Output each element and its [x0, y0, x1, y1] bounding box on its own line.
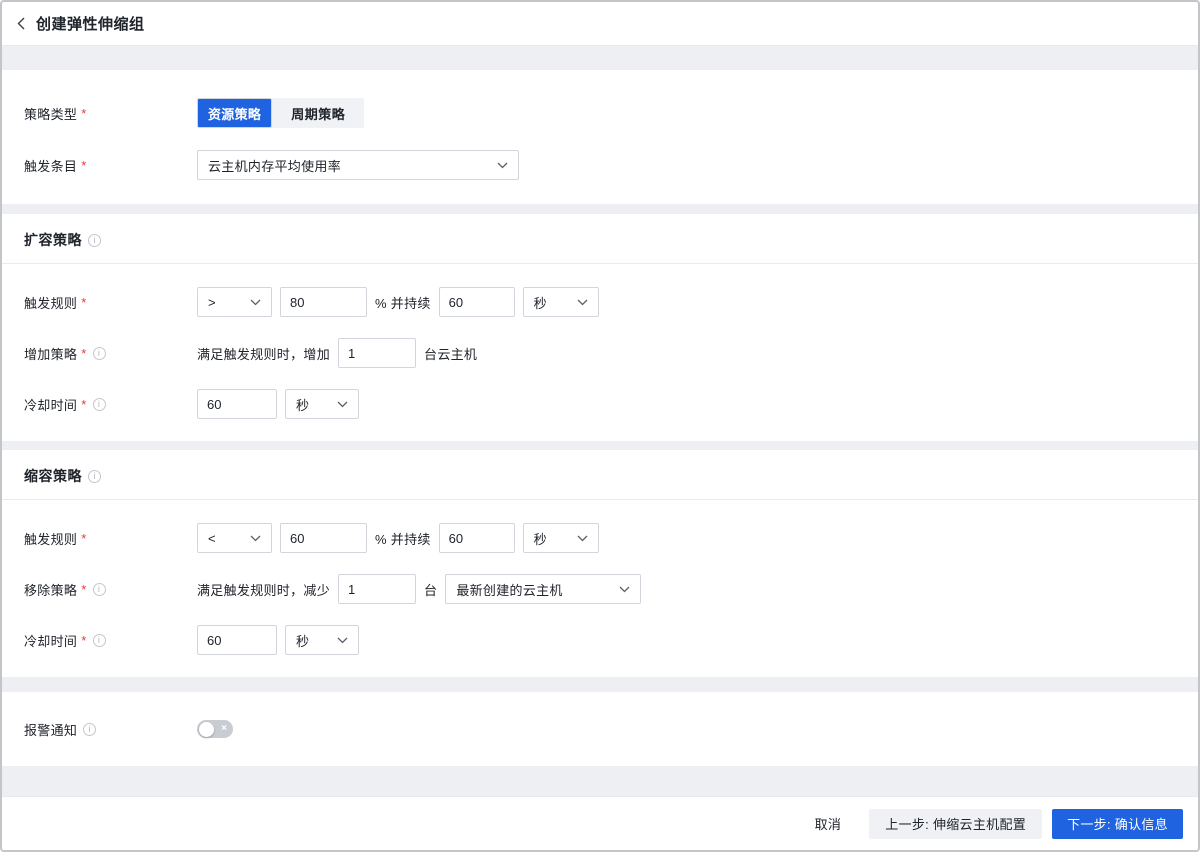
policy-type-tabs: 资源策略 周期策略 [197, 98, 364, 128]
chevron-down-icon [577, 299, 588, 306]
scale-in-duration-unit-select[interactable]: 秒 [523, 523, 599, 553]
scale-out-cooldown-input[interactable] [197, 389, 277, 419]
required-mark: * [81, 582, 86, 597]
policy-type-label: 策略类型 * [24, 104, 197, 123]
scale-in-title: 缩容策略 [24, 466, 82, 486]
scale-in-card: 缩容策略 i 触发规则 * < % 并持续 [2, 450, 1198, 677]
policy-type-row: 策略类型 * 资源策略 周期策略 [2, 98, 1198, 128]
scale-out-title: 扩容策略 [24, 230, 82, 250]
chevron-down-icon [250, 535, 261, 542]
info-icon[interactable]: i [83, 723, 96, 736]
scale-out-threshold-input[interactable] [280, 287, 367, 317]
trigger-rule-label: 触发规则 * [24, 529, 197, 548]
chevron-down-icon [250, 299, 261, 306]
remove-policy-middle-text: 台 [424, 580, 437, 599]
page-header: 创建弹性伸缩组 [2, 2, 1198, 46]
back-button[interactable] [17, 17, 25, 30]
scale-out-cooldown-unit-select[interactable]: 秒 [285, 389, 359, 419]
required-mark: * [81, 295, 86, 310]
scale-in-cooldown-input[interactable] [197, 625, 277, 655]
scale-out-card: 扩容策略 i 触发规则 * > % 并持续 [2, 214, 1198, 441]
scale-out-header: 扩容策略 i [2, 214, 1198, 264]
trigger-item-row: 触发条目 * 云主机内存平均使用率 [2, 150, 1198, 180]
toggle-knob [199, 722, 214, 737]
chevron-down-icon [337, 637, 348, 644]
footer-bar: 取消 上一步: 伸缩云主机配置 下一步: 确认信息 [2, 796, 1198, 850]
remove-count-input[interactable] [338, 574, 416, 604]
required-mark: * [81, 633, 86, 648]
add-policy-row: 增加策略 * i 满足触发规则时，增加 台云主机 [2, 338, 1198, 368]
scale-out-duration-unit-select[interactable]: 秒 [523, 287, 599, 317]
trigger-item-select[interactable]: 云主机内存平均使用率 [197, 150, 519, 180]
alarm-notification-label: 报警通知 i [24, 720, 197, 739]
required-mark: * [81, 397, 86, 412]
trigger-item-label: 触发条目 * [24, 156, 197, 175]
previous-step-button[interactable]: 上一步: 伸缩云主机配置 [869, 809, 1042, 839]
info-icon[interactable]: i [93, 398, 106, 411]
chevron-down-icon [577, 535, 588, 542]
scale-out-operator-select[interactable]: > [197, 287, 272, 317]
scale-in-operator-select[interactable]: < [197, 523, 272, 553]
alarm-notification-row: 报警通知 i × [2, 714, 233, 744]
next-step-button[interactable]: 下一步: 确认信息 [1052, 809, 1183, 839]
scale-in-duration-input[interactable] [439, 523, 515, 553]
scale-in-trigger-rule-row: 触发规则 * < % 并持续 秒 [2, 523, 1198, 553]
add-count-input[interactable] [338, 338, 416, 368]
cancel-button[interactable]: 取消 [815, 809, 842, 839]
add-policy-label: 增加策略 * i [24, 344, 197, 363]
required-mark: * [81, 158, 86, 173]
cooldown-label: 冷却时间 * i [24, 631, 197, 650]
chevron-down-icon [619, 586, 630, 593]
info-icon[interactable]: i [88, 470, 101, 483]
percent-duration-text: % 并持续 [375, 293, 431, 312]
percent-duration-text: % 并持续 [375, 529, 431, 548]
basic-policy-card: 策略类型 * 资源策略 周期策略 触发条目 * 云主机内存平均使用率 [2, 70, 1198, 204]
scale-out-cooldown-row: 冷却时间 * i 秒 [2, 389, 1198, 419]
add-policy-prefix-text: 满足触发规则时，增加 [197, 344, 330, 363]
required-mark: * [81, 346, 86, 361]
cooldown-label: 冷却时间 * i [24, 395, 197, 414]
info-icon[interactable]: i [93, 634, 106, 647]
remove-strategy-select[interactable]: 最新创建的云主机 [445, 574, 641, 604]
chevron-left-icon [17, 17, 25, 30]
toggle-off-icon: × [221, 720, 227, 737]
chevron-down-icon [497, 162, 508, 169]
remove-policy-label: 移除策略 * i [24, 580, 197, 599]
trigger-item-value: 云主机内存平均使用率 [208, 156, 341, 175]
scale-in-cooldown-row: 冷却时间 * i 秒 [2, 625, 1198, 655]
tab-period-policy[interactable]: 周期策略 [272, 98, 364, 128]
chevron-down-icon [337, 401, 348, 408]
tab-resource-policy[interactable]: 资源策略 [197, 98, 272, 128]
create-elastic-scaling-group-page: 创建弹性伸缩组 策略类型 * 资源策略 周期策略 触发条目 * [0, 0, 1200, 852]
scale-in-header: 缩容策略 i [2, 450, 1198, 500]
scale-in-threshold-input[interactable] [280, 523, 367, 553]
alarm-notification-card: 报警通知 i × [2, 692, 1198, 766]
info-icon[interactable]: i [93, 347, 106, 360]
page-title: 创建弹性伸缩组 [36, 13, 145, 34]
scale-in-body: 触发规则 * < % 并持续 秒 [2, 500, 1198, 677]
info-icon[interactable]: i [88, 234, 101, 247]
remove-policy-row: 移除策略 * i 满足触发规则时，减少 台 最新创建的云主机 [2, 574, 1198, 604]
scale-out-body: 触发规则 * > % 并持续 秒 [2, 264, 1198, 441]
alarm-notification-toggle[interactable]: × [197, 720, 233, 738]
remove-policy-prefix-text: 满足触发规则时，减少 [197, 580, 330, 599]
scale-in-cooldown-unit-select[interactable]: 秒 [285, 625, 359, 655]
info-icon[interactable]: i [93, 583, 106, 596]
trigger-rule-label: 触发规则 * [24, 293, 197, 312]
scale-out-duration-input[interactable] [439, 287, 515, 317]
required-mark: * [81, 531, 86, 546]
required-mark: * [81, 106, 86, 121]
scale-out-trigger-rule-row: 触发规则 * > % 并持续 秒 [2, 287, 1198, 317]
form-body: 策略类型 * 资源策略 周期策略 触发条目 * 云主机内存平均使用率 [2, 46, 1198, 796]
add-policy-suffix-text: 台云主机 [424, 344, 477, 363]
